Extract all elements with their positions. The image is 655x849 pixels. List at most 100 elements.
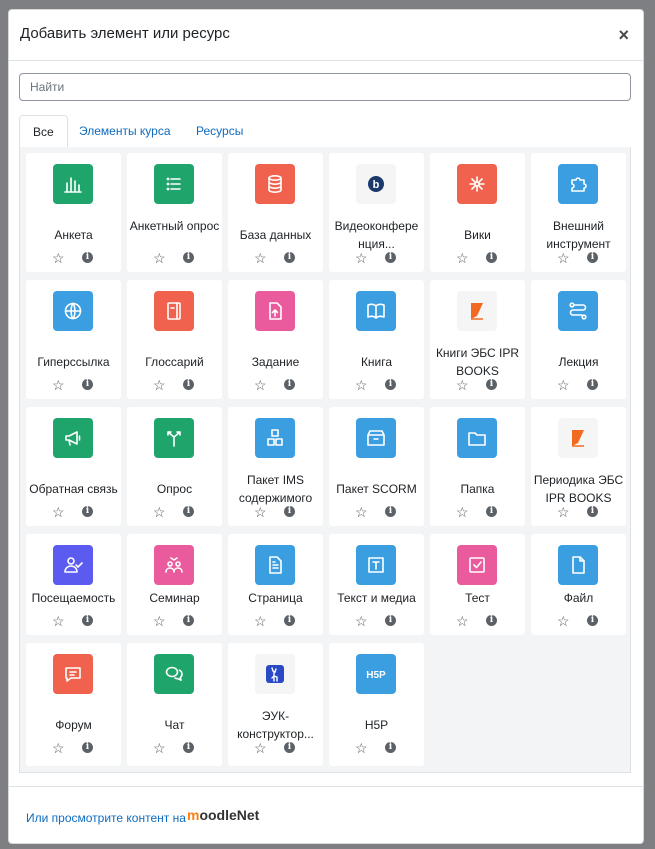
- info-icon[interactable]: i: [385, 742, 396, 753]
- module-card[interactable]: Тест ☆ i: [430, 534, 525, 635]
- module-card[interactable]: Анкета ☆ i: [26, 153, 121, 272]
- star-icon[interactable]: ☆: [153, 614, 166, 628]
- module-card[interactable]: Файл ☆ i: [531, 534, 626, 635]
- star-icon[interactable]: ☆: [355, 741, 368, 755]
- module-card[interactable]: Чат ☆ i: [127, 643, 222, 766]
- module-card[interactable]: Пакет IMS содержимого ☆ i: [228, 407, 323, 526]
- module-card[interactable]: Посещаемость ☆ i: [26, 534, 121, 635]
- svg-text:H5P: H5P: [366, 670, 386, 681]
- star-icon[interactable]: ☆: [254, 378, 267, 392]
- star-icon[interactable]: ☆: [153, 378, 166, 392]
- star-icon[interactable]: ☆: [254, 505, 267, 519]
- info-icon[interactable]: i: [385, 506, 396, 517]
- info-icon[interactable]: i: [82, 379, 93, 390]
- star-icon[interactable]: ☆: [557, 251, 570, 265]
- info-icon[interactable]: i: [82, 742, 93, 753]
- module-card[interactable]: Книги ЭБС IPR BOOKS ☆ i: [430, 280, 525, 399]
- module-label: Семинар: [149, 591, 200, 605]
- star-icon[interactable]: ☆: [153, 505, 166, 519]
- star-icon[interactable]: ☆: [355, 378, 368, 392]
- star-icon[interactable]: ☆: [557, 505, 570, 519]
- info-icon[interactable]: i: [183, 742, 194, 753]
- info-icon[interactable]: i: [587, 506, 598, 517]
- module-card[interactable]: Пакет SCORM ☆ i: [329, 407, 424, 526]
- info-icon[interactable]: i: [587, 379, 598, 390]
- star-icon[interactable]: ☆: [355, 614, 368, 628]
- module-card[interactable]: Вики ☆ i: [430, 153, 525, 272]
- module-card[interactable]: База данных ☆ i: [228, 153, 323, 272]
- star-icon[interactable]: ☆: [52, 741, 65, 755]
- info-icon[interactable]: i: [183, 252, 194, 263]
- module-card[interactable]: Внешний инструмент ☆ i: [531, 153, 626, 272]
- star-icon[interactable]: ☆: [557, 378, 570, 392]
- info-icon[interactable]: i: [385, 379, 396, 390]
- module-card[interactable]: Форум ☆ i: [26, 643, 121, 766]
- info-icon[interactable]: i: [183, 615, 194, 626]
- info-icon[interactable]: i: [284, 252, 295, 263]
- info-icon[interactable]: i: [385, 252, 396, 263]
- star-icon[interactable]: ☆: [355, 505, 368, 519]
- star-icon[interactable]: ☆: [456, 614, 469, 628]
- star-icon[interactable]: ☆: [456, 251, 469, 265]
- module-card[interactable]: Анкетный опрос ☆ i: [127, 153, 222, 272]
- moodlenet-logo[interactable]: moodleNet: [187, 807, 259, 823]
- module-label: Книга: [360, 355, 393, 369]
- star-icon[interactable]: ☆: [254, 614, 267, 628]
- info-icon[interactable]: i: [82, 506, 93, 517]
- module-card[interactable]: Гиперссылка ☆ i: [26, 280, 121, 399]
- info-icon[interactable]: i: [183, 379, 194, 390]
- star-icon[interactable]: ☆: [456, 378, 469, 392]
- star-icon[interactable]: ☆: [456, 505, 469, 519]
- info-icon[interactable]: i: [486, 379, 497, 390]
- star-icon[interactable]: ☆: [254, 251, 267, 265]
- module-card[interactable]: Глоссарий ☆ i: [127, 280, 222, 399]
- info-icon[interactable]: i: [385, 615, 396, 626]
- star-icon[interactable]: ☆: [153, 251, 166, 265]
- star-icon[interactable]: ☆: [52, 378, 65, 392]
- module-card[interactable]: b Видеоконфере нция... ☆ i: [329, 153, 424, 272]
- module-card[interactable]: ЭУК-конструктор... ☆ i: [228, 643, 323, 766]
- module-card[interactable]: Обратная связь ☆ i: [26, 407, 121, 526]
- tab-all[interactable]: Все: [19, 115, 68, 148]
- info-icon[interactable]: i: [587, 252, 598, 263]
- star-icon[interactable]: ☆: [153, 741, 166, 755]
- info-icon[interactable]: i: [82, 615, 93, 626]
- info-icon[interactable]: i: [486, 615, 497, 626]
- info-icon[interactable]: i: [486, 506, 497, 517]
- info-icon[interactable]: i: [183, 506, 194, 517]
- info-icon[interactable]: i: [587, 615, 598, 626]
- text-media-icon: [356, 545, 396, 585]
- star-icon[interactable]: ☆: [52, 251, 65, 265]
- info-icon[interactable]: i: [284, 742, 295, 753]
- module-card[interactable]: Страница ☆ i: [228, 534, 323, 635]
- assignment-icon: [255, 291, 295, 331]
- star-icon[interactable]: ☆: [355, 251, 368, 265]
- star-icon[interactable]: ☆: [254, 741, 267, 755]
- info-icon[interactable]: i: [284, 379, 295, 390]
- close-icon[interactable]: ×: [618, 24, 629, 46]
- module-card[interactable]: Задание ☆ i: [228, 280, 323, 399]
- search-input[interactable]: [19, 73, 631, 101]
- star-icon[interactable]: ☆: [557, 614, 570, 628]
- module-card[interactable]: H5P H5P ☆ i: [329, 643, 424, 766]
- wiki-icon: [457, 164, 497, 204]
- moodlenet-link[interactable]: Или просмотрите контент на: [26, 811, 186, 825]
- module-card[interactable]: Текст и медиа ☆ i: [329, 534, 424, 635]
- star-icon[interactable]: ☆: [52, 614, 65, 628]
- tab-resources[interactable]: Ресурсы: [183, 115, 256, 147]
- module-card[interactable]: Книга ☆ i: [329, 280, 424, 399]
- svg-text:b: b: [373, 179, 380, 191]
- tab-activities[interactable]: Элементы курса: [66, 115, 184, 147]
- info-icon[interactable]: i: [486, 252, 497, 263]
- module-card[interactable]: Периодика ЭБС IPR BOOKS ☆ i: [531, 407, 626, 526]
- module-card[interactable]: Папка ☆ i: [430, 407, 525, 526]
- module-card[interactable]: Лекция ☆ i: [531, 280, 626, 399]
- info-icon[interactable]: i: [284, 506, 295, 517]
- module-card[interactable]: Опрос ☆ i: [127, 407, 222, 526]
- ipr-periodic-icon: [558, 418, 598, 458]
- info-icon[interactable]: i: [82, 252, 93, 263]
- star-icon[interactable]: ☆: [52, 505, 65, 519]
- info-icon[interactable]: i: [284, 615, 295, 626]
- module-card[interactable]: Семинар ☆ i: [127, 534, 222, 635]
- globe-icon: [53, 291, 93, 331]
